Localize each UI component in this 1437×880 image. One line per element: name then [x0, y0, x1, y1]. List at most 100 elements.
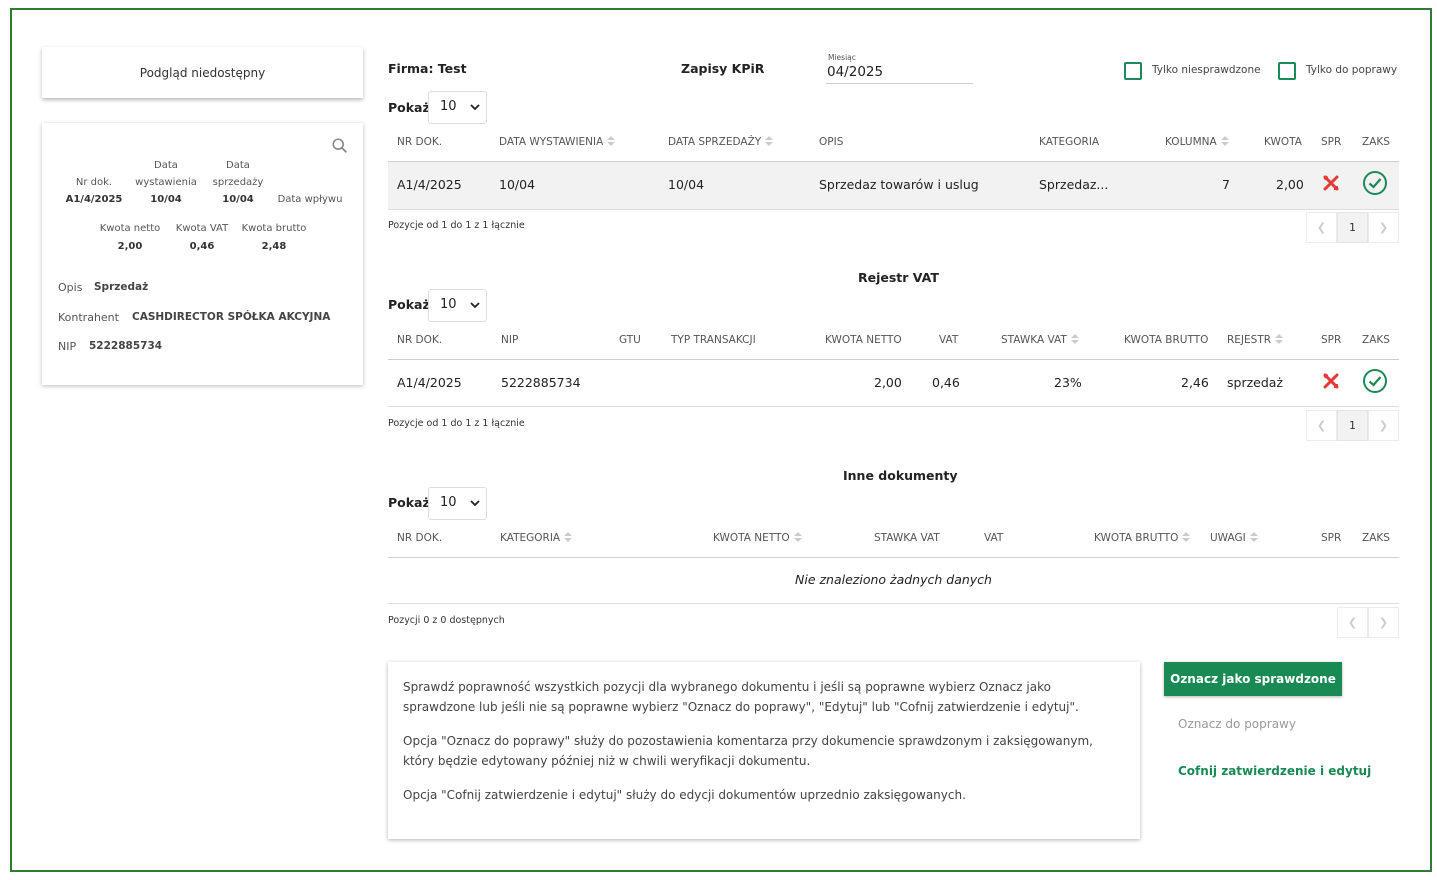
kwota-vat-value: 0,46: [189, 241, 215, 252]
nip-label: NIP: [58, 340, 77, 353]
instructions-paragraph-2: Opcja "Oznacz do poprawy" służy do pozos…: [403, 734, 1093, 768]
mark-checked-button[interactable]: Oznacz jako sprawdzone: [1164, 662, 1342, 696]
kpir-col-data-sprzedazy-text: DATA SPRZEDAŻY: [668, 136, 762, 148]
inne-col-zaks[interactable]: ZAKS: [1362, 532, 1390, 544]
inne-col-stawka[interactable]: STAWKA VAT: [874, 532, 940, 544]
filter-to-fix-checkbox[interactable]: [1278, 62, 1296, 80]
vat-col-rejestr-text: REJESTR: [1227, 334, 1272, 346]
vat-col-brutto[interactable]: KWOTA BRUTTO: [1124, 334, 1208, 346]
kpir-page-size-select[interactable]: 10: [428, 91, 487, 124]
kpir-col-nr[interactable]: NR DOK.: [397, 136, 442, 148]
kpir-row-divider: [388, 209, 1399, 210]
vat-col-nip[interactable]: NIP: [501, 334, 518, 346]
next-page-button[interactable]: ❯: [1368, 212, 1399, 243]
month-value: 04/2025: [827, 64, 884, 80]
kpir-col-data-wystawienia-text: DATA WYSTAWIENIA: [499, 136, 604, 148]
inne-col-netto-text: KWOTA NETTO: [713, 532, 790, 544]
chevron-down-icon: [470, 302, 480, 309]
tools-icon[interactable]: [1323, 175, 1339, 191]
data-sprzedazy-value: 10/04: [222, 194, 254, 205]
kpir-col-zaks[interactable]: ZAKS: [1362, 136, 1390, 148]
vat-col-vat[interactable]: VAT: [939, 334, 958, 346]
next-page-button[interactable]: ❯: [1368, 410, 1399, 441]
opis-label: Opis: [58, 281, 83, 294]
sort-icon: [1249, 532, 1258, 542]
nip-value: 5222885734: [89, 340, 163, 352]
mark-to-fix-button[interactable]: Oznacz do poprawy: [1178, 717, 1296, 731]
kpir-col-data-wystawienia[interactable]: DATA WYSTAWIENIA: [499, 136, 616, 148]
inne-col-brutto[interactable]: KWOTA BRUTTO: [1094, 532, 1191, 544]
firma-label: Firma: Test: [388, 61, 467, 76]
inne-col-nr[interactable]: NR DOK.: [397, 532, 442, 544]
vat-col-stawka-text: STAWKA VAT: [1001, 334, 1067, 346]
inne-pagination-info: Pozycji 0 z 0 dostępnych: [388, 615, 505, 626]
chevron-down-icon: [470, 500, 480, 507]
vat-show-label: Pokaż: [388, 297, 430, 312]
vat-col-typ[interactable]: TYP TRANSAKCJI: [671, 334, 756, 346]
prev-page-button[interactable]: ❮: [1306, 212, 1337, 243]
next-page-button[interactable]: ❯: [1368, 607, 1399, 638]
kontrahent-label: Kontrahent: [58, 311, 119, 324]
vat-col-nr[interactable]: NR DOK.: [397, 334, 442, 346]
page-button[interactable]: 1: [1337, 410, 1368, 441]
kpir-pagination-info: Pozycje od 1 do 1 z 1 łącznie: [388, 220, 525, 231]
kpir-col-kolumna-text: KOLUMNA: [1165, 136, 1217, 148]
undo-approval-edit-button[interactable]: Cofnij zatwierdzenie i edytuj: [1178, 764, 1371, 778]
inne-row-divider: [388, 603, 1399, 604]
kpir-cell-data-wyst: 10/04: [499, 177, 536, 192]
prev-page-button[interactable]: ❮: [1306, 410, 1337, 441]
vat-cell-vat: 0,46: [932, 375, 960, 390]
kpir-col-opis[interactable]: OPIS: [819, 136, 843, 148]
inne-col-kategoria[interactable]: KATEGORIA: [500, 532, 573, 544]
vat-page-size-value: 10: [440, 297, 457, 312]
preview-unavailable-panel: Podgląd niedostępny: [42, 47, 363, 98]
search-icon[interactable]: [331, 137, 349, 155]
kpir-col-kolumna[interactable]: KOLUMNA: [1165, 136, 1229, 148]
inne-col-uwagi[interactable]: UWAGI: [1210, 532, 1258, 544]
inne-show-label: Pokaż: [388, 495, 430, 510]
page-button[interactable]: 1: [1337, 212, 1368, 243]
inne-col-netto[interactable]: KWOTA NETTO: [713, 532, 802, 544]
kpir-col-kategoria[interactable]: KATEGORIA: [1039, 136, 1099, 148]
sort-icon: [607, 136, 616, 146]
vat-col-zaks[interactable]: ZAKS: [1362, 334, 1390, 346]
sort-icon: [1070, 334, 1079, 344]
vat-pagination-info: Pozycje od 1 do 1 z 1 łącznie: [388, 418, 525, 429]
kwota-brutto-value: 2,48: [261, 241, 287, 252]
vat-col-stawka[interactable]: STAWKA VAT: [1001, 334, 1079, 346]
filter-unchecked-label: Tylko niesprawdzone: [1152, 64, 1261, 76]
vat-col-gtu[interactable]: GTU: [619, 334, 641, 346]
kpir-cell-nr: A1/4/2025: [397, 177, 462, 192]
month-label: Miesiąc: [828, 53, 856, 62]
inne-col-vat[interactable]: VAT: [984, 532, 1003, 544]
data-sprzedazy-label-1: Data: [226, 160, 250, 171]
month-input[interactable]: Miesiąc 04/2025: [826, 52, 973, 84]
tools-icon[interactable]: [1323, 373, 1339, 389]
kwota-netto-label: Kwota netto: [99, 223, 161, 234]
filter-to-fix-label: Tylko do poprawy: [1306, 64, 1398, 76]
inne-col-spr[interactable]: SPR: [1321, 532, 1341, 544]
kpir-col-spr[interactable]: SPR: [1321, 136, 1341, 148]
inne-page-size-select[interactable]: 10: [428, 487, 487, 520]
sort-icon: [765, 136, 774, 146]
kpir-page-size-value: 10: [440, 99, 457, 114]
mark-checked-label: Oznacz jako sprawdzone: [1170, 672, 1336, 686]
vat-col-netto[interactable]: KWOTA NETTO: [825, 334, 902, 346]
inne-pagination: ❮ ❯: [1337, 607, 1399, 638]
sort-icon: [793, 532, 802, 542]
kpir-col-kwota[interactable]: KWOTA: [1264, 136, 1302, 148]
check-circle-icon[interactable]: [1362, 368, 1388, 394]
sort-icon: [1220, 136, 1229, 146]
vat-cell-brutto: 2,46: [1181, 375, 1209, 390]
vat-page-size-select[interactable]: 10: [428, 289, 487, 322]
check-circle-icon[interactable]: [1362, 170, 1388, 196]
nr-dok-value: A1/4/2025: [65, 194, 123, 205]
chevron-down-icon: [470, 104, 480, 111]
kpir-col-data-sprzedazy[interactable]: DATA SPRZEDAŻY: [668, 136, 774, 148]
vat-cell-nip: 5222885734: [501, 375, 581, 390]
kpir-show-label: Pokaż: [388, 100, 430, 115]
vat-col-rejestr[interactable]: REJESTR: [1227, 334, 1284, 346]
filter-unchecked-checkbox[interactable]: [1124, 62, 1142, 80]
prev-page-button[interactable]: ❮: [1337, 607, 1368, 638]
vat-col-spr[interactable]: SPR: [1321, 334, 1341, 346]
